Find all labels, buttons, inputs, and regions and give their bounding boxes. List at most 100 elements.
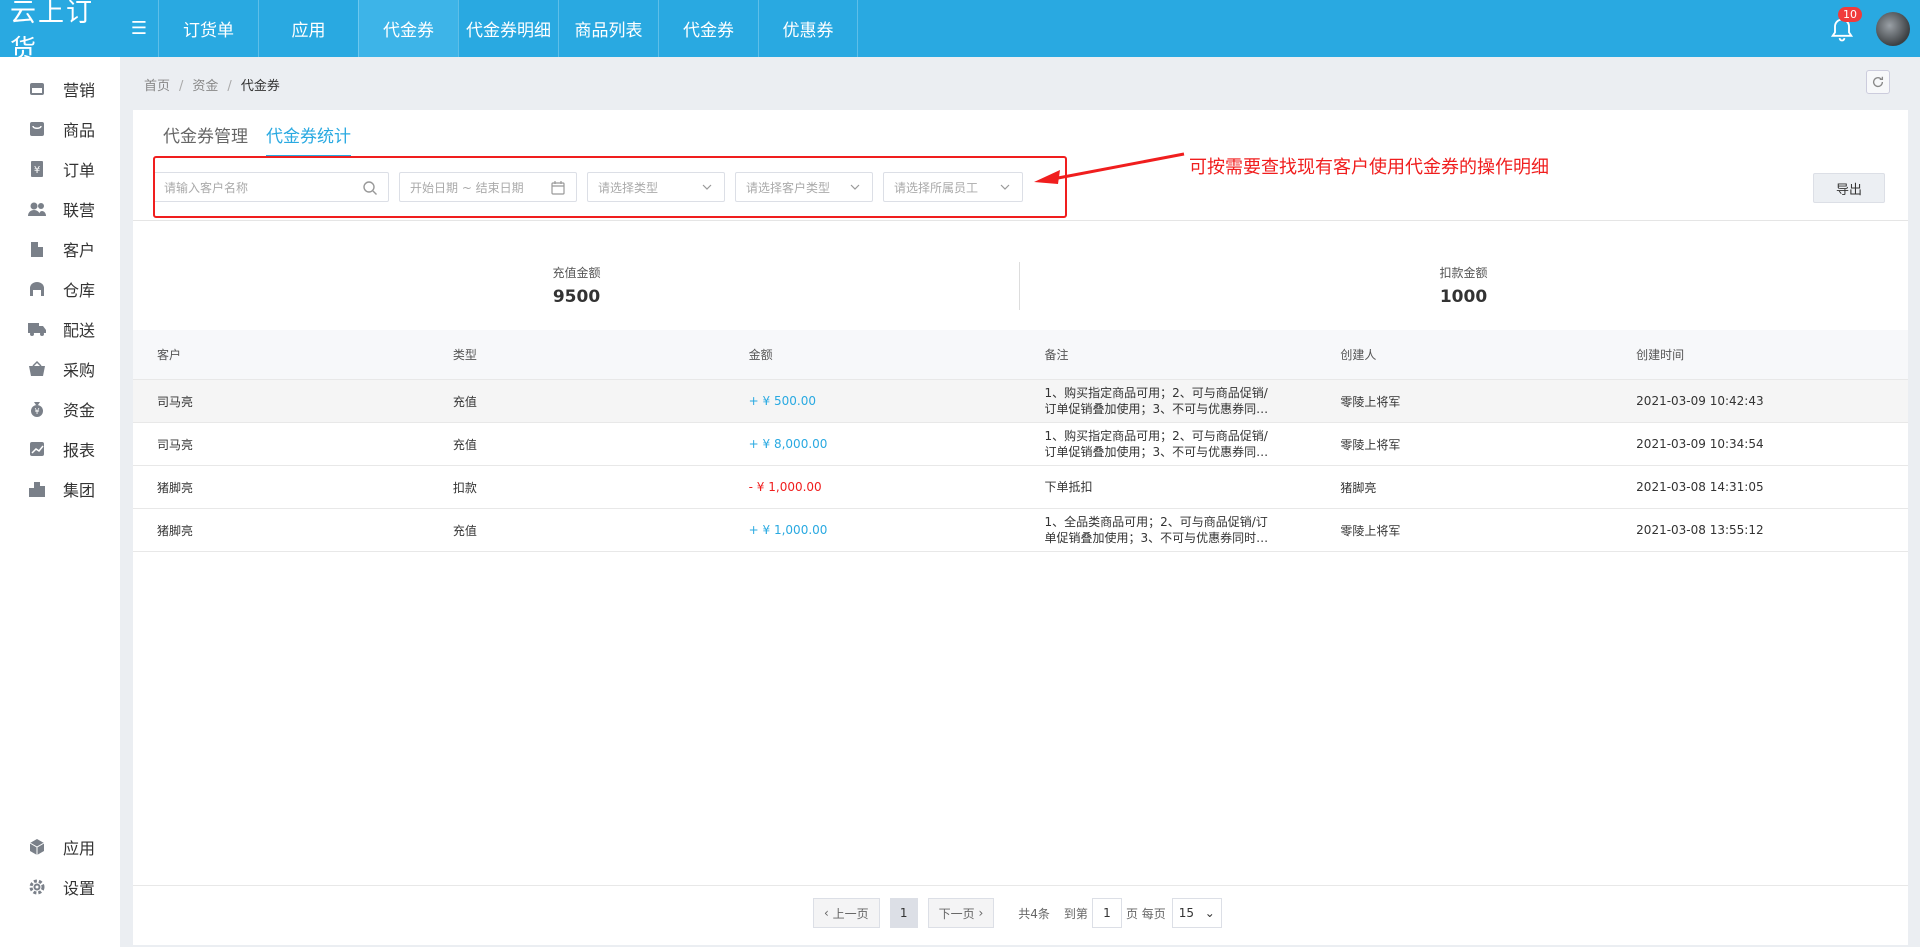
user-avatar[interactable] xyxy=(1876,12,1910,46)
page-unit-label: 页 每页 xyxy=(1125,906,1166,921)
column-header-customer[interactable]: 客户 xyxy=(133,346,429,363)
sidebar-item-label: 营销 xyxy=(63,81,96,100)
cell-customer: 猪脚亮 xyxy=(157,480,194,495)
sidebar-item-label: 集团 xyxy=(63,481,96,500)
stats-divider xyxy=(1019,262,1020,310)
warehouse-icon xyxy=(27,279,47,299)
page-size-select[interactable]: 15 ⌄ xyxy=(1171,898,1222,928)
export-button[interactable]: 导出 xyxy=(1813,173,1885,203)
recharge-stat: 充值金额 9500 xyxy=(133,250,1020,320)
chevron-down-icon xyxy=(850,184,860,190)
cell-creator: 零陵上将军 xyxy=(1340,523,1401,538)
group-icon xyxy=(27,479,47,499)
filter-bar: 请输入客户名称 开始日期 ~ 结束日期 请选择类型 请选择客户类型 请选择所属员… xyxy=(153,162,1023,212)
column-header-creator[interactable]: 创建人 xyxy=(1316,346,1612,363)
nav-tab-product-list[interactable]: 商品列表 xyxy=(558,0,658,57)
goto-page-input[interactable]: 1 xyxy=(1091,898,1122,928)
cell-creator: 猪脚亮 xyxy=(1340,480,1377,495)
bag-icon xyxy=(27,119,47,139)
deduct-label: 扣款金额 xyxy=(1439,266,1488,280)
app-logo[interactable]: 云上订货 xyxy=(0,0,120,65)
cell-type: 充值 xyxy=(452,394,477,409)
column-header-amount[interactable]: 金额 xyxy=(725,346,1021,363)
sidebar-item-group[interactable]: 集团 xyxy=(0,469,120,509)
cell-customer: 猪脚亮 xyxy=(157,523,194,538)
nav-tab-voucher-detail[interactable]: 代金券明细 xyxy=(458,0,558,57)
column-header-type[interactable]: 类型 xyxy=(429,346,725,363)
menu-toggle-button[interactable]: ☰ xyxy=(120,0,158,57)
table-row[interactable]: 猪脚亮 扣款 - ¥ 1,000.00 下单抵扣 猪脚亮 2021-03-08 … xyxy=(133,466,1908,509)
cell-note: 1、全品类商品可用；2、可与商品促销/订单促销叠加使用；3、不可与优惠券同时使用… xyxy=(1044,515,1269,545)
nav-tab-apps[interactable]: 应用 xyxy=(258,0,358,57)
yen-doc-icon: ¥ xyxy=(27,159,47,179)
top-nav-tabs: 订货单 应用 代金券 代金券明细 商品列表 代金券 优惠券 xyxy=(158,0,858,57)
annotation-text: 可按需要查找现有客户使用代金券的操作明细 xyxy=(1189,157,1549,178)
goto-label: 到第 xyxy=(1063,906,1088,921)
breadcrumb-current: 代金券 xyxy=(240,79,280,94)
next-page-button[interactable]: 下一页 › xyxy=(927,898,995,928)
recharge-label: 充值金额 xyxy=(552,266,601,280)
sidebar-item-apps[interactable]: 应用 xyxy=(0,827,120,867)
sidebar-item-marketing[interactable]: 营销 xyxy=(0,69,120,109)
table-row[interactable]: 猪脚亮 充值 + ¥ 1,000.00 1、全品类商品可用；2、可与商品促销/订… xyxy=(133,509,1908,552)
sidebar-item-purchase[interactable]: 采购 xyxy=(0,349,120,389)
type-select-placeholder: 请选择类型 xyxy=(598,180,659,195)
sidebar-item-settings[interactable]: 设置 xyxy=(0,867,120,907)
type-select[interactable]: 请选择类型 xyxy=(587,172,725,202)
column-header-time[interactable]: 创建时间 xyxy=(1612,346,1908,363)
pagination: ‹ 上一页 1 下一页 › 共4条 到第 1 页 每页 15 ⌄ xyxy=(813,898,1222,928)
sidebar-item-customers[interactable]: 客户 xyxy=(0,229,120,269)
column-header-note[interactable]: 备注 xyxy=(1020,346,1316,363)
date-range-picker[interactable]: 开始日期 ~ 结束日期 xyxy=(399,172,577,202)
chevron-down-icon xyxy=(702,184,712,190)
tab-voucher-statistics[interactable]: 代金券统计 xyxy=(266,122,351,157)
sidebar-item-label: 联营 xyxy=(63,201,96,220)
page-number-current[interactable]: 1 xyxy=(889,898,918,928)
nav-tab-order[interactable]: 订货单 xyxy=(158,0,258,57)
table-row[interactable]: 司马亮 充值 + ¥ 8,000.00 1、购买指定商品可用；2、可与商品促销/… xyxy=(133,423,1908,466)
staff-select[interactable]: 请选择所属员工 xyxy=(883,172,1023,202)
sidebar-item-label: 设置 xyxy=(63,879,96,898)
notification-badge: 10 xyxy=(1838,7,1862,22)
cell-customer: 司马亮 xyxy=(157,394,194,409)
basket-icon xyxy=(27,359,47,379)
cell-note: 1、购买指定商品可用；2、可与商品促销/订单促销叠加使用；3、不可与优惠券同时使… xyxy=(1044,386,1269,416)
total-count: 共4条 xyxy=(1018,906,1050,921)
table-header: 客户 类型 金额 备注 创建人 创建时间 xyxy=(133,330,1908,380)
sidebar-item-delivery[interactable]: 配送 xyxy=(0,309,120,349)
cell-creator: 零陵上将军 xyxy=(1340,394,1401,409)
sidebar-item-warehouse[interactable]: 仓库 xyxy=(0,269,120,309)
breadcrumb-funds[interactable]: 资金 xyxy=(192,79,218,94)
sidebar-bottom: 应用 设置 xyxy=(0,827,120,907)
prev-page-label: 上一页 xyxy=(832,906,869,921)
table-row[interactable]: 司马亮 充值 + ¥ 500.00 1、购买指定商品可用；2、可与商品促销/订单… xyxy=(133,380,1908,423)
money-bag-icon: ¥ xyxy=(27,399,47,419)
nav-tab-coupon[interactable]: 优惠券 xyxy=(758,0,858,57)
customer-search-input[interactable]: 请输入客户名称 xyxy=(153,172,389,202)
people-icon xyxy=(27,199,47,219)
breadcrumb-home[interactable]: 首页 xyxy=(144,79,170,94)
stats-summary: 充值金额 9500 扣款金额 1000 xyxy=(133,250,1908,320)
sidebar-item-orders[interactable]: ¥ 订单 xyxy=(0,149,120,189)
prev-page-button[interactable]: ‹ 上一页 xyxy=(813,898,880,928)
customer-type-placeholder: 请选择客户类型 xyxy=(746,180,831,195)
sidebar-item-joint[interactable]: 联营 xyxy=(0,189,120,229)
sidebar-item-label: 应用 xyxy=(63,839,96,858)
cell-amount: + ¥ 8,000.00 xyxy=(748,437,828,451)
sidebar-item-products[interactable]: 商品 xyxy=(0,109,120,149)
tab-voucher-management[interactable]: 代金券管理 xyxy=(163,122,248,157)
sidebar-item-reports[interactable]: 报表 xyxy=(0,429,120,469)
cell-note: 1、购买指定商品可用；2、可与商品促销/订单促销叠加使用；3、不可与优惠券同时使… xyxy=(1044,429,1269,459)
sidebar-item-funds[interactable]: ¥ 资金 xyxy=(0,389,120,429)
nav-tab-voucher-2[interactable]: 代金券 xyxy=(658,0,758,57)
cell-note: 下单抵扣 xyxy=(1044,480,1093,494)
customer-type-select[interactable]: 请选择客户类型 xyxy=(735,172,873,202)
cell-type: 扣款 xyxy=(452,480,477,495)
main-panel: 代金券管理 代金券统计 请输入客户名称 开始日期 ~ 结束日期 请选择类型 请选… xyxy=(133,110,1908,945)
refresh-button[interactable] xyxy=(1866,70,1890,94)
sidebar-item-label: 资金 xyxy=(63,401,96,420)
nav-tab-voucher[interactable]: 代金券 xyxy=(358,0,458,57)
cell-creator: 零陵上将军 xyxy=(1340,437,1401,452)
staff-select-placeholder: 请选择所属员工 xyxy=(894,180,979,195)
cell-time: 2021-03-08 13:55:12 xyxy=(1636,523,1764,537)
